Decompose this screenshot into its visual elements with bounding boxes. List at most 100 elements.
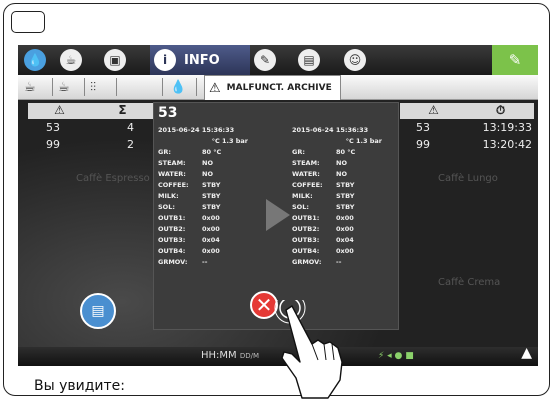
value: 0x00 <box>336 214 354 222</box>
value: 80 °C <box>336 148 356 156</box>
error-time: 13:20:42 <box>482 138 532 151</box>
detail-column-left: 2015-06-24 15:36:33 °C 1.3 bar GR: 80 °C … <box>158 125 250 268</box>
status-icons: ⚡ ◂ ● ■ <box>378 351 414 361</box>
label: WATER: <box>158 170 186 178</box>
value: STBY <box>202 181 221 189</box>
value: 0x00 <box>202 247 220 255</box>
label: GR: <box>158 148 171 156</box>
label: COFFEE: <box>292 181 323 189</box>
clock: HH:MM DD/M <box>201 350 259 361</box>
error-time: 13:19:33 <box>482 121 532 134</box>
value: 0x04 <box>202 236 220 244</box>
sum-header: Σ <box>118 103 127 117</box>
value: STBY <box>336 192 355 200</box>
divider <box>162 78 163 96</box>
divider <box>196 78 197 96</box>
ghost-label: Caffè Lungo <box>438 173 498 184</box>
tab-info-label: INFO <box>184 52 220 68</box>
warning-icon: ⚠ <box>54 103 65 117</box>
list-icon[interactable]: ▤ <box>298 49 320 71</box>
archive-list-button[interactable]: ▤ <box>80 293 116 329</box>
value: 0x04 <box>336 236 354 244</box>
error-code: 99 <box>416 138 430 151</box>
value: 0x00 <box>336 247 354 255</box>
cup-icon[interactable]: ☕ <box>60 49 82 71</box>
label: STEAM: <box>158 159 186 167</box>
tab-info[interactable]: i INFO <box>150 45 250 75</box>
value: NO <box>202 170 213 178</box>
cup-alt-icon[interactable]: ☕ <box>58 78 70 96</box>
chevron-up-icon[interactable]: ▲ <box>521 345 532 361</box>
warning-icon: ⚠ <box>209 80 221 96</box>
label: OUTB1: <box>158 214 186 222</box>
malfunction-time-table: ⚠ ⏱ 53 13:19:33 99 13:20:42 <box>400 103 534 153</box>
value: -- <box>336 258 342 266</box>
label: MILK: <box>158 192 179 200</box>
clock-date: DD/M <box>239 352 260 360</box>
label: OUTB4: <box>158 247 186 255</box>
play-icon[interactable] <box>266 199 290 231</box>
error-code: 99 <box>46 138 60 151</box>
label: MILK: <box>292 192 313 200</box>
archive-label: MALFUNCT. ARCHIVE <box>226 83 332 93</box>
table-row[interactable]: 99 2 <box>28 136 154 153</box>
error-count: 4 <box>127 121 134 134</box>
temp-pressure: °C 1.3 bar <box>345 137 382 145</box>
value: STBY <box>202 192 221 200</box>
detail-column-right: 2015-06-24 15:36:33 °C 1.3 bar GR: 80 °C … <box>292 125 384 268</box>
drop-icon[interactable]: 💧 <box>24 49 46 71</box>
ghost-label: Caffè Espresso <box>76 173 150 184</box>
label: GRMOV: <box>292 258 322 266</box>
value: NO <box>202 159 213 167</box>
malfunction-detail-dialog: 53 2015-06-24 15:36:33 °C 1.3 bar GR: 80 … <box>154 103 398 329</box>
label: STEAM: <box>292 159 320 167</box>
ghost-label: Caffè Crema <box>438 277 501 288</box>
label: OUTB2: <box>292 225 320 233</box>
error-count: 2 <box>127 138 134 151</box>
sliders-icon[interactable]: ⫶⫶ <box>90 78 96 96</box>
value: NO <box>336 159 347 167</box>
value: STBY <box>336 203 355 211</box>
value: 0x00 <box>202 225 220 233</box>
label: OUTB2: <box>158 225 186 233</box>
label: GRMOV: <box>158 258 188 266</box>
value: 80 °C <box>202 148 222 156</box>
divider <box>116 78 117 96</box>
pointing-hand-icon <box>274 300 343 399</box>
dialog-title: 53 <box>158 105 178 121</box>
table-header: ⚠ ⏱ <box>400 103 534 119</box>
label: OUTB4: <box>292 247 320 255</box>
top-bar: 💧 ☕ ▣ i INFO ✎ ▤ ☺ ✎ <box>18 45 538 75</box>
label: GR: <box>292 148 305 156</box>
info-icon: i <box>154 49 176 71</box>
label: COFFEE: <box>158 181 189 189</box>
value: 0x00 <box>336 225 354 233</box>
table-row[interactable]: 53 13:19:33 <box>400 119 534 136</box>
pencil-icon[interactable]: ✎ <box>254 49 276 71</box>
timestamp: 2015-06-24 15:36:33 <box>158 126 235 134</box>
drop-icon[interactable]: 💧 <box>170 78 186 96</box>
clock-time: HH:MM <box>201 350 237 361</box>
label: OUTB3: <box>292 236 320 244</box>
caption-text: Вы увидите: <box>34 378 126 394</box>
timestamp: 2015-06-24 15:36:33 <box>292 126 369 134</box>
label: SOL: <box>158 203 175 211</box>
wrench-icon[interactable]: ✎ <box>492 45 538 75</box>
label: WATER: <box>292 170 320 178</box>
cup-alt-icon[interactable]: ▣ <box>104 49 126 71</box>
clock-icon: ⏱ <box>495 103 506 117</box>
tab-malfunction-archive[interactable]: ⚠ MALFUNCT. ARCHIVE <box>204 75 341 100</box>
temp-pressure: °C 1.3 bar <box>211 137 248 145</box>
divider <box>84 78 85 96</box>
cup-steam-icon[interactable]: ☕ <box>24 78 36 96</box>
value: 0x00 <box>202 214 220 222</box>
corner-tab <box>11 11 45 33</box>
table-row[interactable]: 99 13:20:42 <box>400 136 534 153</box>
error-code: 53 <box>46 121 60 134</box>
label: SOL: <box>292 203 309 211</box>
sub-bar: ☕ ☕ ⫶⫶ 💧 ⚠ MALFUNCT. ARCHIVE <box>18 75 538 100</box>
warning-icon: ⚠ <box>428 103 439 117</box>
table-row[interactable]: 53 4 <box>28 119 154 136</box>
user-icon[interactable]: ☺ <box>344 49 366 71</box>
malfunction-summary-table: ⚠ Σ 53 4 99 2 <box>28 103 154 153</box>
